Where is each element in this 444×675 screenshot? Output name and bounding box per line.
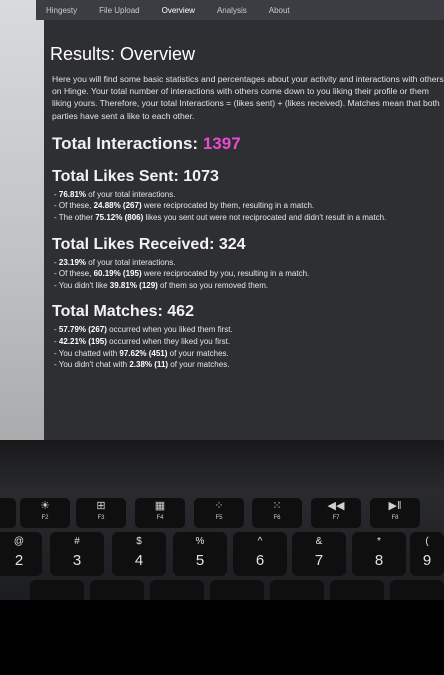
page-title: Results: Overview bbox=[50, 44, 196, 64]
nav-bar: Hingesty File Upload Overview Analysis A… bbox=[36, 0, 444, 20]
nav-item-file-upload[interactable]: File Upload bbox=[99, 6, 139, 15]
key-7: & 7 bbox=[292, 532, 346, 576]
nav-item-about[interactable]: About bbox=[269, 6, 290, 15]
bullet-item: - 57.79% (267) occurred when you liked t… bbox=[54, 325, 233, 335]
total-interactions: Total Interactions: 1397 bbox=[52, 134, 444, 154]
bullet-item: - 76.81% of your total interactions. bbox=[54, 189, 176, 199]
key-row-edge bbox=[90, 580, 144, 600]
fkey-keyboard-light-down-icon: ⁘ F5 bbox=[194, 498, 244, 528]
laptop-screen: Hingesty File Upload Overview Analysis A… bbox=[0, 0, 444, 440]
fkey-play-pause-icon: ▶ǁ F8 bbox=[370, 498, 420, 528]
key-5: % 5 bbox=[173, 532, 227, 576]
key-9: (9 bbox=[410, 532, 444, 576]
bullet-item: - You didn't like 39.81% (129) of them s… bbox=[54, 280, 269, 290]
bullet-item: - You chatted with 97.62% (451) of your … bbox=[54, 348, 229, 358]
fkey-mission-control-icon: ⊞ F3 bbox=[76, 498, 126, 528]
nav-item-analysis[interactable]: Analysis bbox=[217, 6, 247, 15]
total-interactions-value: 1397 bbox=[202, 133, 241, 153]
results-page: Results: Overview Here you will find som… bbox=[50, 44, 444, 383]
fkey-launchpad-icon: ▦ F4 bbox=[135, 498, 185, 528]
key-row-edge bbox=[30, 580, 84, 600]
key-row-edge bbox=[330, 580, 384, 600]
bullet-item: - Of these, 60.19% (195) were reciprocat… bbox=[54, 269, 310, 279]
bullet-list: - 76.81% of your total interactions. - O… bbox=[54, 189, 444, 224]
intro-paragraph: Here you will find some basic statistics… bbox=[52, 74, 444, 121]
nav-item-hingesty[interactable]: Hingesty bbox=[46, 6, 77, 15]
fkey-keyboard-light-up-icon: ⁙ F6 bbox=[252, 498, 302, 528]
fkey-rewind-icon: ◀◀ F7 bbox=[311, 498, 361, 528]
section-heading: Total Likes Sent: 1073 bbox=[52, 167, 219, 185]
nav-item-overview[interactable]: Overview bbox=[162, 6, 195, 15]
key-4: $4 bbox=[112, 532, 166, 576]
fkey-partial bbox=[0, 498, 16, 528]
bullet-list: - 57.79% (267) occurred when you liked t… bbox=[54, 324, 444, 370]
bullet-item: - The other 75.12% (806) likes you sent … bbox=[54, 213, 387, 222]
fkey-brightness-icon: ☀ F2 bbox=[20, 498, 70, 528]
key-row-edge bbox=[270, 580, 324, 600]
key-row-edge bbox=[150, 580, 204, 600]
section-heading: Total Matches: 462 bbox=[52, 303, 194, 321]
key-3: #3 bbox=[50, 532, 104, 576]
black-bar bbox=[0, 600, 444, 675]
key-2: @2 bbox=[0, 532, 42, 576]
bullet-list: - 23.19% of your total interactions. - O… bbox=[54, 257, 444, 292]
bullet-item: - 23.19% of your total interactions. bbox=[54, 257, 176, 267]
bullet-item: - Of these, 24.88% (267) were reciprocat… bbox=[54, 201, 315, 211]
key-8: * 8 bbox=[352, 532, 406, 576]
section-heading: Total Likes Received: 324 bbox=[52, 235, 246, 253]
section-likes-received: Total Likes Received: 324 - 23.19% of yo… bbox=[50, 236, 444, 292]
total-interactions-label: Total Interactions: bbox=[52, 133, 199, 153]
key-6: ^ 6 bbox=[233, 532, 287, 576]
window-left-edge bbox=[0, 0, 44, 440]
photo: Hingesty File Upload Overview Analysis A… bbox=[0, 0, 444, 675]
key-row-edge bbox=[390, 580, 444, 600]
section-matches: Total Matches: 462 - 57.79% (267) occurr… bbox=[50, 303, 444, 370]
bullet-item: - 42.21% (195) occurred when they liked … bbox=[54, 336, 231, 346]
key-row-edge bbox=[210, 580, 264, 600]
section-likes-sent: Total Likes Sent: 1073 - 76.81% of your … bbox=[50, 168, 444, 224]
bullet-item: - You didn't chat with 2.38% (11) of you… bbox=[54, 360, 230, 370]
